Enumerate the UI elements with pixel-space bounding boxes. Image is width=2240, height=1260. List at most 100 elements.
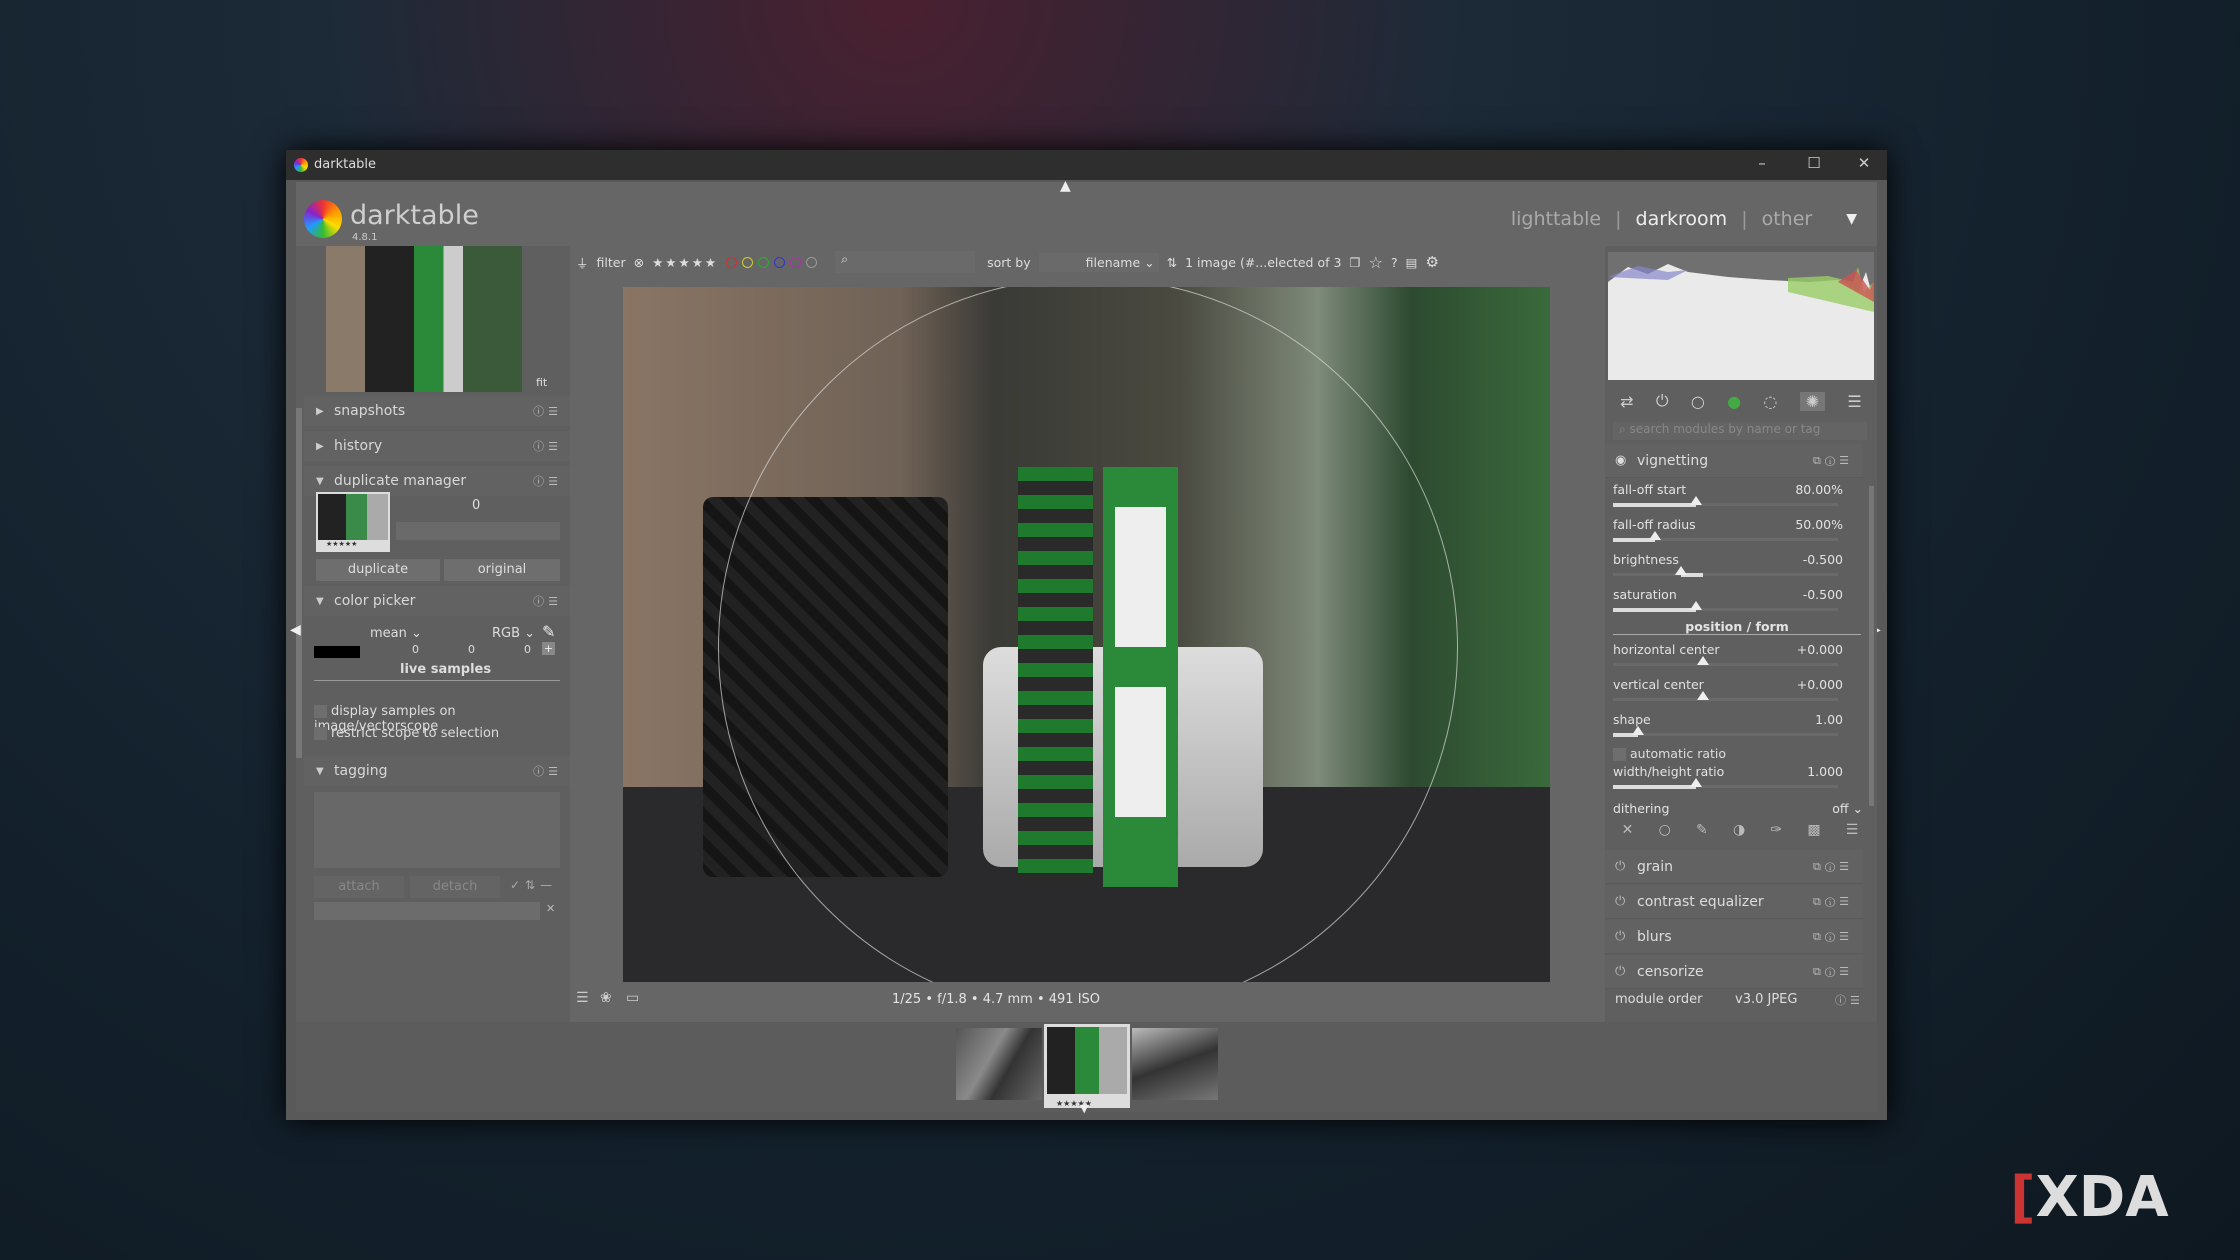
view-lighttable[interactable]: lighttable (1511, 208, 1601, 230)
shortcuts-icon[interactable]: ▤ (1406, 255, 1418, 270)
sort-order-icon[interactable]: ⇅ (1167, 255, 1177, 270)
navigation-thumbnail[interactable] (326, 246, 522, 392)
dithering-select[interactable]: dithering off ⌄ (1613, 801, 1863, 816)
module-vignetting-header[interactable]: ◉ vignetting ⧉ⓘ☰ (1605, 444, 1863, 478)
quick-access-icon[interactable]: ⇄ (1620, 392, 1633, 411)
search-filter-input[interactable]: ⌕ (835, 251, 976, 273)
star-icon[interactable]: ☆ (1369, 253, 1383, 272)
module-contrast-equalizer[interactable]: ⏻ contrast equalizer ⧉ⓘ☰ (1605, 885, 1863, 919)
collapse-bottom-arrow-icon[interactable]: ▼ (1080, 1102, 1088, 1115)
power-icon[interactable]: ⏻ (1615, 894, 1637, 909)
color-modules-icon[interactable]: ● (1727, 392, 1741, 411)
eyedropper-icon[interactable]: ✎ (542, 622, 555, 641)
duplicate-note-field[interactable] (396, 522, 560, 540)
histogram[interactable] (1608, 252, 1874, 380)
reject-icon[interactable]: ⊗ (634, 255, 644, 270)
slider-vertical-center[interactable]: vertical center +0.000 (1613, 677, 1863, 711)
styles-icon[interactable]: ❀ (600, 990, 612, 1006)
tag-toggle-icons[interactable]: ✓⇅— (510, 878, 557, 892)
drawn-mask-icon[interactable]: ✎ (1696, 822, 1708, 846)
collapse-top-arrow-icon[interactable]: ▲ (1060, 178, 1071, 194)
presets-menu-icon[interactable]: ☰ (1847, 392, 1861, 411)
power-icon[interactable]: ◉ (1615, 453, 1637, 468)
power-icon[interactable]: ⏻ (1615, 964, 1637, 979)
duplicate-button[interactable]: duplicate (316, 559, 440, 581)
rating-filter[interactable]: ★★★★★ (652, 255, 718, 270)
preset-icons[interactable]: ⓘ☰ (533, 438, 562, 454)
module-icons[interactable]: ⧉ⓘ☰ (1813, 860, 1853, 874)
attach-button[interactable]: attach (314, 876, 404, 898)
preferences-gear-icon[interactable]: ⚙ (1425, 253, 1438, 271)
close-button[interactable]: ✕ (1849, 154, 1879, 176)
module-icons[interactable]: ⧉ⓘ☰ (1813, 930, 1853, 944)
second-window-icon[interactable]: ▭ (626, 990, 639, 1006)
uniform-mask-icon[interactable]: ○ (1659, 822, 1671, 846)
preset-icons[interactable]: ⓘ☰ (533, 593, 562, 609)
mask-off-icon[interactable]: ✕ (1622, 822, 1634, 846)
attached-tags-list[interactable] (314, 792, 560, 868)
slider-brightness[interactable]: brightness -0.500 (1613, 552, 1863, 586)
slider-fall-off-start[interactable]: fall-off start 80.00% (1613, 482, 1863, 516)
slider-handle[interactable] (1690, 601, 1703, 610)
statistic-select[interactable]: mean ⌄ (370, 626, 422, 641)
slider-handle[interactable] (1697, 691, 1709, 700)
active-modules-icon[interactable]: ⏻ (1656, 391, 1669, 411)
restrict-scope-checkbox[interactable]: restrict scope to selection (314, 726, 499, 741)
zoom-select[interactable]: fit (536, 376, 547, 389)
color-label-circle-icon[interactable] (742, 256, 754, 268)
view-darkroom[interactable]: darkroom (1636, 208, 1728, 230)
minimize-button[interactable]: – (1747, 154, 1777, 176)
module-blurs[interactable]: ⏻ blurs ⧉ⓘ☰ (1605, 920, 1863, 954)
view-other[interactable]: other (1762, 208, 1813, 230)
correct-modules-icon[interactable]: ◌ (1763, 392, 1777, 411)
preset-icons[interactable]: ⓘ☰ (533, 403, 562, 419)
clear-entry-icon[interactable]: ✕ (546, 902, 555, 915)
collapse-left-arrow-icon[interactable]: ◀ (290, 622, 301, 638)
dropdown-icon[interactable]: ▼ (1846, 211, 1857, 227)
left-scrollbar[interactable] (296, 408, 302, 758)
power-icon[interactable]: ⏻ (1615, 929, 1637, 944)
quick-access-icon[interactable]: ☰ (576, 990, 589, 1006)
filmstrip-thumbnail[interactable] (956, 1028, 1042, 1100)
module-grain[interactable]: ⏻ grain ⧉ⓘ☰ (1605, 850, 1863, 884)
vignette-overlay-circle[interactable] (718, 287, 1458, 982)
filmstrip-thumbnail-selected[interactable]: ★★★★★ (1044, 1024, 1130, 1108)
add-sample-button[interactable]: + (542, 642, 555, 655)
effect-modules-icon[interactable]: ✺ (1799, 391, 1826, 411)
photo-canvas[interactable] (623, 287, 1550, 982)
detach-button[interactable]: detach (410, 876, 500, 898)
preset-icons[interactable]: ⓘ☰ (533, 763, 562, 779)
slider-horizontal-center[interactable]: horizontal center +0.000 (1613, 642, 1863, 676)
slider-handle[interactable] (1690, 778, 1703, 787)
module-search-input[interactable]: ⌕ search modules by name or tag (1613, 422, 1867, 440)
module-icons[interactable]: ⧉ⓘ☰ (1813, 454, 1853, 468)
color-label-filter[interactable] (726, 256, 818, 268)
slider-handle[interactable] (1697, 656, 1709, 665)
blend-menu-icon[interactable]: ☰ (1846, 822, 1859, 846)
slider-fall-off-radius[interactable]: fall-off radius 50.00% (1613, 517, 1863, 551)
module-snapshots[interactable]: ▶ snapshots ⓘ☰ (304, 396, 570, 426)
module-tagging[interactable]: ▼ tagging ⓘ☰ (304, 756, 570, 786)
right-scrollbar[interactable] (1869, 486, 1874, 806)
module-history[interactable]: ▶ history ⓘ☰ (304, 431, 570, 461)
module-color-picker[interactable]: ▼ color picker ⓘ☰ (304, 586, 570, 616)
color-label-circle-icon[interactable] (774, 256, 786, 268)
power-icon[interactable]: ⏻ (1615, 859, 1637, 874)
module-icons[interactable]: ⧉ⓘ☰ (1813, 965, 1853, 979)
grouping-icon[interactable]: ❐ (1349, 255, 1360, 270)
color-label-circle-icon[interactable] (758, 256, 770, 268)
slider-saturation[interactable]: saturation -0.500 (1613, 587, 1863, 621)
base-modules-icon[interactable]: ○ (1691, 392, 1705, 411)
slider-handle[interactable] (1690, 496, 1703, 505)
module-censorize[interactable]: ⏻ censorize ⧉ⓘ☰ (1605, 955, 1863, 989)
slider-shape[interactable]: shape 1.00 (1613, 712, 1863, 746)
original-button[interactable]: original (444, 559, 560, 581)
slider-handle[interactable] (1631, 726, 1644, 735)
slider-handle[interactable] (1674, 566, 1687, 575)
module-order-icons[interactable]: ⓘ☰ (1835, 992, 1864, 1008)
raster-mask-icon[interactable]: ▩ (1807, 822, 1820, 846)
color-label-circle-icon[interactable] (806, 256, 818, 268)
preset-icons[interactable]: ⓘ☰ (533, 473, 562, 489)
drawn-parametric-mask-icon[interactable]: ✑ (1770, 822, 1782, 846)
slider-handle[interactable] (1648, 531, 1661, 540)
